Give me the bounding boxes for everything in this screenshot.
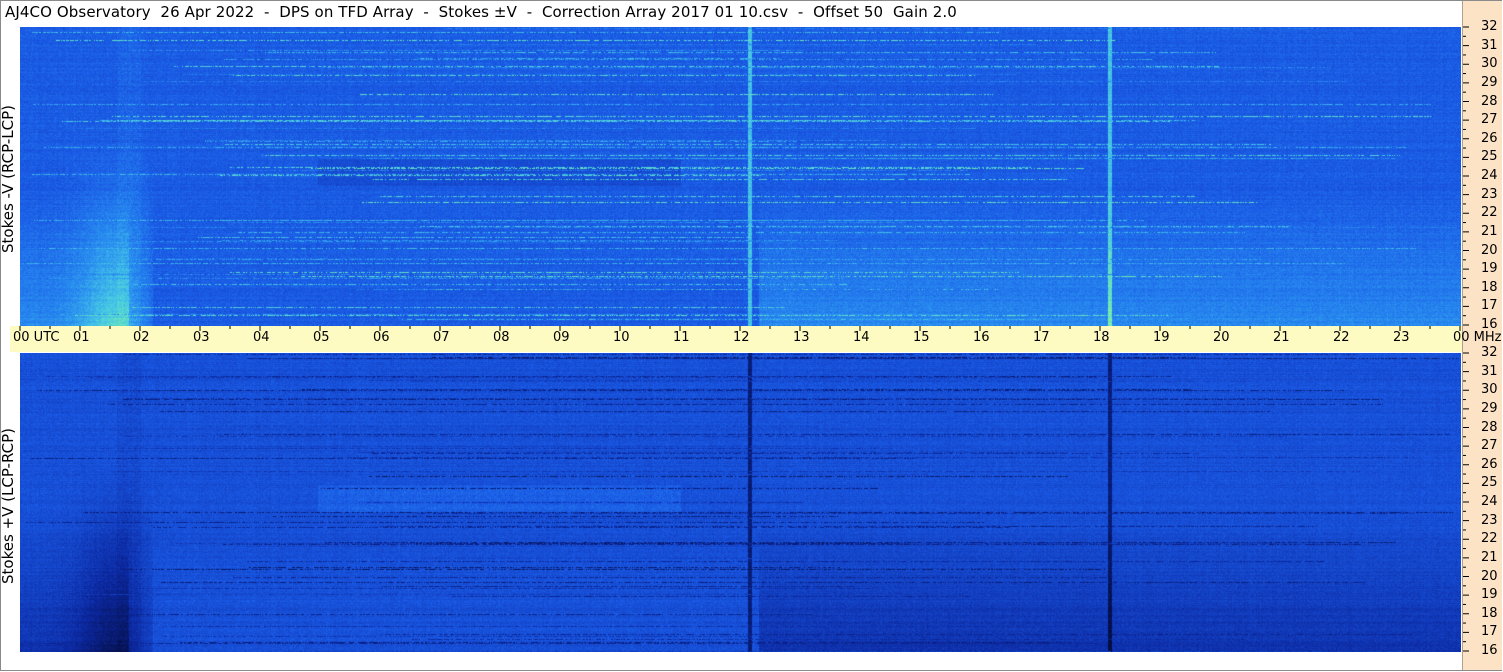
mhz-tick-label: 22 <box>1481 531 1498 547</box>
mhz-tick-label: 29 <box>1481 74 1498 90</box>
mhz-tick-label: 18 <box>1481 605 1498 621</box>
mhz-tick-label: 29 <box>1481 400 1498 416</box>
mhz-tick-label: 16 <box>1481 643 1498 658</box>
mhz-tick-label: 18 <box>1481 279 1498 295</box>
mhz-tick-label: 27 <box>1481 112 1498 128</box>
mhz-tick-label: 16 <box>1481 317 1498 332</box>
mhz-tick-label: 28 <box>1481 419 1498 435</box>
mhz-tick-label: 32 <box>1481 345 1498 360</box>
mhz-tick-label: 23 <box>1481 512 1498 528</box>
mhz-tick-label: 28 <box>1481 93 1498 109</box>
mhz-tick-label: 24 <box>1481 168 1498 183</box>
mhz-tick-label: 27 <box>1481 438 1498 454</box>
mhz-tick-label: 25 <box>1481 149 1498 165</box>
mhz-tick-label: 32 <box>1481 19 1498 34</box>
mhz-tick-label: 20 <box>1481 242 1498 258</box>
mhz-tick-label: 31 <box>1481 37 1498 53</box>
mhz-tick-label: 30 <box>1481 382 1498 398</box>
mhz-tick-label: 26 <box>1481 130 1498 146</box>
mhz-tick-label: 21 <box>1481 549 1498 565</box>
mhz-tick-label: 19 <box>1481 261 1498 277</box>
mhz-axis-ticks <box>1463 26 1469 652</box>
mhz-tick-label: 17 <box>1481 624 1498 640</box>
mhz-tick-label: 24 <box>1481 494 1498 509</box>
mhz-tick-label: 20 <box>1481 568 1498 584</box>
mhz-tick-label: 17 <box>1481 298 1498 314</box>
mhz-tick-label: 30 <box>1481 56 1498 72</box>
mhz-tick-label: 19 <box>1481 587 1498 603</box>
mhz-tick-label: 26 <box>1481 456 1498 472</box>
mhz-tick-label: 23 <box>1481 186 1498 202</box>
mhz-tick-label: 21 <box>1481 223 1498 239</box>
mhz-tick-label: 25 <box>1481 475 1498 491</box>
mhz-tick-label: 31 <box>1481 363 1498 379</box>
mhz-tick-label: 22 <box>1481 205 1498 221</box>
